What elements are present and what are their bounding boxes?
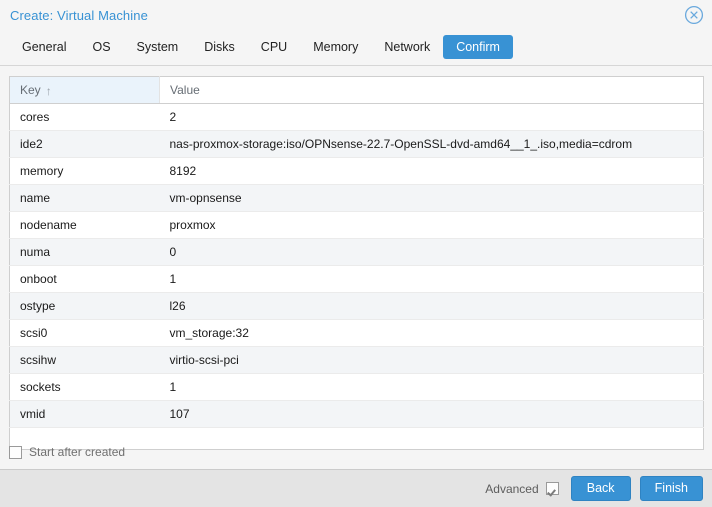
row-value: vm-opnsense [159,184,704,212]
row-key: scsi0 [9,319,160,347]
dialog-titlebar: Create: Virtual Machine [0,0,712,31]
tab-confirm[interactable]: Confirm [443,35,513,59]
start-after-created-label[interactable]: Start after created [29,445,125,459]
column-header-key-label: Key [20,83,41,97]
row-key: nodename [9,211,160,239]
back-button[interactable]: Back [570,476,631,501]
row-value: l26 [159,292,704,320]
close-icon[interactable] [684,5,704,25]
row-key: memory [9,157,160,185]
dialog-title: Create: Virtual Machine [10,8,148,23]
row-value: 8192 [159,157,704,185]
column-header-key[interactable]: Key ↑ [9,76,160,104]
row-key: ostype [9,292,160,320]
filler-cell-value [159,427,704,450]
row-value: 1 [159,265,704,293]
column-header-value-label: Value [170,83,200,97]
advanced-label[interactable]: Advanced [485,482,538,496]
table-row[interactable]: ostype l26 [9,292,704,320]
tab-system[interactable]: System [124,35,192,59]
table-row[interactable]: cores 2 [9,103,704,131]
row-key: cores [9,103,160,131]
row-value: vm_storage:32 [159,319,704,347]
table-row[interactable]: scsihw virtio-scsi-pci [9,346,704,374]
finish-button[interactable]: Finish [639,476,703,501]
row-key: vmid [9,400,160,428]
table-row[interactable]: ide2 nas-proxmox-storage:iso/OPNsense-22… [9,130,704,158]
table-row[interactable]: name vm-opnsense [9,184,704,212]
table-row[interactable]: nodename proxmox [9,211,704,239]
table-row[interactable]: sockets 1 [9,373,704,401]
table-row[interactable]: scsi0 vm_storage:32 [9,319,704,347]
table-row[interactable]: numa 0 [9,238,704,266]
create-vm-dialog: Create: Virtual Machine General OS Syste… [0,0,712,507]
column-header-value[interactable]: Value [159,76,704,104]
tab-disks[interactable]: Disks [191,35,248,59]
sort-ascending-icon: ↑ [45,84,52,98]
row-value: 107 [159,400,704,428]
confirm-panel: Key ↑ Value cores 2 ide2 nas-proxmox-stor… [0,66,712,469]
row-value: 0 [159,238,704,266]
row-value: nas-proxmox-storage:iso/OPNsense-22.7-Op… [159,130,704,158]
start-after-created-row: Start after created [9,445,125,459]
vm-settings-table: Key ↑ Value cores 2 ide2 nas-proxmox-stor… [9,76,704,450]
table-row[interactable]: onboot 1 [9,265,704,293]
row-key: ide2 [9,130,160,158]
start-after-created-checkbox[interactable] [9,445,22,459]
tab-os[interactable]: OS [79,35,123,59]
row-key: onboot [9,265,160,293]
table-header-row: Key ↑ Value [9,76,704,104]
tab-general[interactable]: General [9,35,79,59]
advanced-checkbox[interactable] [545,482,559,495]
table-row[interactable]: memory 8192 [9,157,704,185]
row-key: sockets [9,373,160,401]
dialog-footer: Advanced Back Finish [0,469,712,507]
advanced-toggle-group: Advanced [485,482,559,496]
row-value: 2 [159,103,704,131]
tab-cpu[interactable]: CPU [248,35,300,59]
row-key: scsihw [9,346,160,374]
row-key: numa [9,238,160,266]
row-value: virtio-scsi-pci [159,346,704,374]
tab-memory[interactable]: Memory [300,35,371,59]
table-body: cores 2 ide2 nas-proxmox-storage:iso/OPN… [9,103,704,450]
wizard-tab-bar: General OS System Disks CPU Memory Netwo… [0,31,712,66]
table-row[interactable]: vmid 107 [9,400,704,428]
row-key: name [9,184,160,212]
row-value: proxmox [159,211,704,239]
tab-network[interactable]: Network [371,35,443,59]
row-value: 1 [159,373,704,401]
